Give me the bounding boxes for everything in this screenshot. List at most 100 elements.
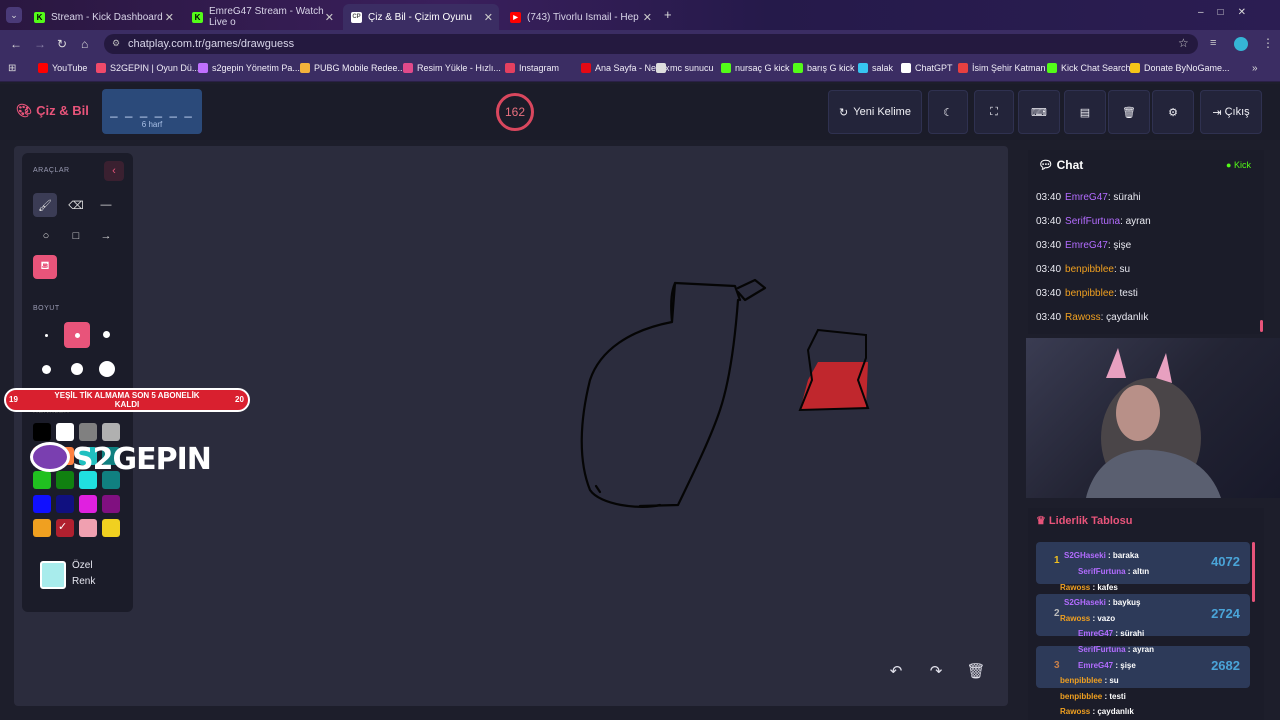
message-time: 03:40 xyxy=(1036,264,1062,275)
color-swatch[interactable] xyxy=(33,423,51,441)
new-tab-button[interactable]: + xyxy=(664,7,672,22)
bookmark-item[interactable]: Resim Yükle - Hızlı... xyxy=(403,63,501,73)
size-2-button[interactable] xyxy=(75,333,80,338)
size-4-button[interactable] xyxy=(42,365,51,374)
color-swatch[interactable] xyxy=(79,423,97,441)
line-tool[interactable]: — xyxy=(94,193,118,217)
eraser-tool[interactable]: ⌫ xyxy=(64,193,88,217)
bookmark-item[interactable]: YouTube xyxy=(38,63,87,73)
bookmark-label: nursaç G kick xyxy=(735,63,790,73)
profile-avatar[interactable] xyxy=(1234,37,1248,51)
bookmark-label: S2GEPIN | Oyun Dü... xyxy=(110,63,200,73)
rectangle-tool[interactable]: □ xyxy=(64,224,88,248)
message-user[interactable]: EmreG47 xyxy=(1065,192,1108,203)
bookmark-item[interactable]: barış G kick xyxy=(793,63,855,73)
overlay-chat-message: benpibblee : testi xyxy=(1060,692,1126,701)
logout-icon: ⇥ xyxy=(1212,106,1222,119)
bookmark-item[interactable]: ChatGPT xyxy=(901,63,953,73)
bookmark-item[interactable]: nursaç G kick xyxy=(721,63,790,73)
bookmark-item[interactable]: s2gepin Yönetim Pa... xyxy=(198,63,300,73)
color-swatch[interactable] xyxy=(56,495,74,513)
chat-scrollbar[interactable] xyxy=(1260,320,1263,332)
color-swatch[interactable] xyxy=(102,495,120,513)
size-3-button[interactable] xyxy=(103,331,110,338)
archive-button[interactable]: ▤ xyxy=(1064,90,1106,134)
menu-icon[interactable]: ⋮ xyxy=(1262,36,1274,50)
platform-badge: ● Kick xyxy=(1226,160,1251,170)
keyboard-button[interactable]: ⌨ xyxy=(1018,90,1060,134)
overlay-chat-message: SerifFurtuna : altın xyxy=(1078,567,1149,576)
bookmark-label: Donate ByNoGame... xyxy=(1144,63,1230,73)
tab-youtube[interactable]: ▶ (743) Tivorlu İsmail - Hep B ✕ xyxy=(502,4,658,30)
bookmark-favicon-icon xyxy=(198,63,208,73)
close-icon[interactable]: ✕ xyxy=(165,11,174,24)
custom-color-swatch[interactable] xyxy=(40,561,66,589)
arrow-tool[interactable]: → xyxy=(94,224,118,248)
bookmark-label: s2gepin Yönetim Pa... xyxy=(212,63,300,73)
undo-button[interactable]: ↶ xyxy=(884,660,908,684)
collapse-tools-button[interactable]: ‹ xyxy=(104,161,124,181)
bookmark-favicon-icon xyxy=(38,63,48,73)
chat-message: 03:40 EmreG47: sürahi xyxy=(1036,192,1141,203)
clear-button[interactable]: 🗑︎ xyxy=(964,660,988,684)
size-1-button[interactable] xyxy=(45,334,48,337)
message-user[interactable]: benpibblee xyxy=(1065,288,1114,299)
message-user[interactable]: Rawoss xyxy=(1065,312,1101,323)
bookmark-item[interactable]: Kick Chat Search xyxy=(1047,63,1131,73)
back-icon[interactable]: ← xyxy=(10,37,22,51)
bookmark-item[interactable]: salak xyxy=(858,63,893,73)
fullscreen-button[interactable]: ⛶ xyxy=(974,90,1014,134)
message-user[interactable]: benpibblee xyxy=(1065,264,1114,275)
color-swatch[interactable] xyxy=(102,423,120,441)
site-info-icon[interactable]: ⚙ xyxy=(112,38,120,49)
circle-tool[interactable]: ○ xyxy=(34,224,58,248)
window-controls[interactable]: –□✕ xyxy=(1198,7,1260,18)
settings-button[interactable]: ⚙ xyxy=(1152,90,1194,134)
app-logo[interactable]: 🎨︎ Çiz & Bil xyxy=(16,103,89,119)
forward-icon[interactable]: → xyxy=(34,37,46,51)
overlay-chat-message: EmreG47 : şişe xyxy=(1078,661,1136,670)
new-word-button[interactable]: ↻ Yeni Kelime xyxy=(828,90,922,134)
size-5-button[interactable] xyxy=(71,363,83,375)
message-text: : testi xyxy=(1113,288,1138,299)
color-swatch[interactable] xyxy=(79,495,97,513)
size-6-button[interactable] xyxy=(99,361,115,377)
color-swatch[interactable] xyxy=(33,519,51,537)
fill-tool[interactable]: ⛾ xyxy=(33,255,57,279)
color-swatch[interactable] xyxy=(33,495,51,513)
tab-search-button[interactable]: ⌄ xyxy=(6,7,22,23)
bookmark-item[interactable]: S2GEPIN | Oyun Dü... xyxy=(96,63,199,73)
close-icon[interactable]: ✕ xyxy=(484,11,493,24)
gear-icon: ⚙ xyxy=(1168,106,1178,119)
star-icon[interactable]: ☆ xyxy=(1178,36,1189,50)
delete-button[interactable]: 🗑︎ xyxy=(1108,90,1150,134)
close-icon[interactable]: ✕ xyxy=(325,11,334,24)
home-icon[interactable]: ⌂ xyxy=(81,37,88,51)
message-user[interactable]: EmreG47 xyxy=(1065,240,1108,251)
tab-kick-dashboard[interactable]: K Stream - Kick Dashboard ✕ xyxy=(26,4,180,30)
extensions-icon[interactable]: ≡ xyxy=(1210,37,1216,49)
bookmark-item[interactable]: PUBG Mobile Redee... xyxy=(300,63,405,73)
url-field[interactable]: chatplay.com.tr/games/drawguess xyxy=(104,34,1198,54)
color-swatch[interactable] xyxy=(102,519,120,537)
reload-icon[interactable]: ↻ xyxy=(57,37,67,51)
close-icon[interactable]: ✕ xyxy=(643,11,652,24)
chevron-left-icon: ‹ xyxy=(112,165,116,177)
bookmark-item[interactable]: Instagram xyxy=(505,63,559,73)
redo-button[interactable]: ↷ xyxy=(924,660,948,684)
brush-tool[interactable]: 🖌︎ xyxy=(33,193,57,217)
leaderboard-scrollbar[interactable] xyxy=(1252,542,1255,602)
message-user[interactable]: SerifFurtuna xyxy=(1065,216,1120,227)
bookmark-item[interactable]: İsim Şehir Katman xyxy=(958,63,1046,73)
tab-ciz-bil[interactable]: CP Çiz & Bil - Çizim Oyunu ✕ xyxy=(343,4,499,30)
apps-icon[interactable]: ⊞ xyxy=(8,63,16,74)
color-swatch[interactable] xyxy=(79,519,97,537)
tab-emreg47-stream[interactable]: K EmreG47 Stream - Watch Live o ✕ xyxy=(184,4,340,30)
dark-mode-button[interactable]: ☾ xyxy=(928,90,968,134)
bookmark-item[interactable]: mc sunucu xyxy=(656,63,714,73)
color-swatch[interactable] xyxy=(56,423,74,441)
color-swatch[interactable] xyxy=(33,471,51,489)
exit-button[interactable]: ⇥ Çıkış xyxy=(1200,90,1262,134)
more-bookmarks-icon[interactable]: » xyxy=(1252,63,1258,74)
bookmark-item[interactable]: Donate ByNoGame... xyxy=(1130,63,1230,73)
